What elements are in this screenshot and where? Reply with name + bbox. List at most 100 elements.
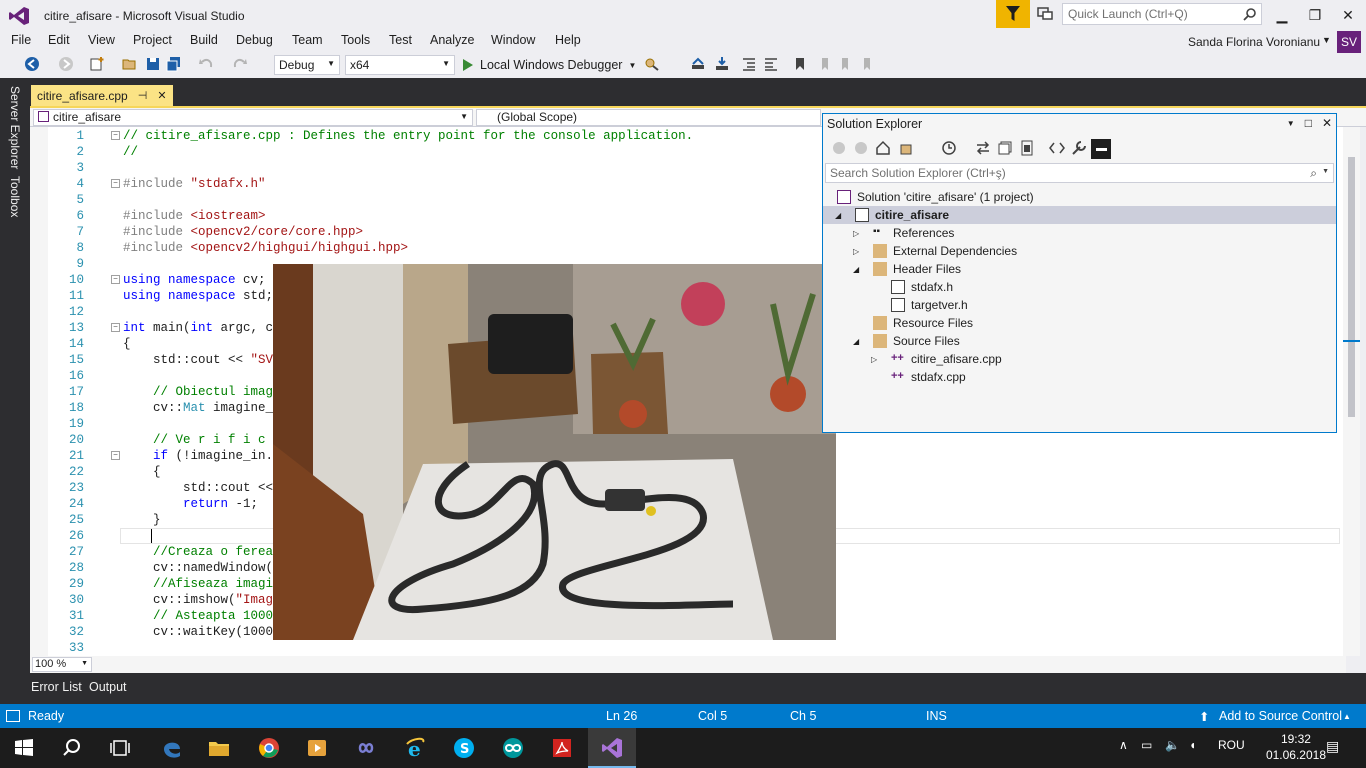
tree-item-source-files[interactable]: ◢ Source Files [823, 332, 1336, 350]
restore-button[interactable]: ❐ [1301, 4, 1329, 26]
pin-icon[interactable]: ⊣ [138, 89, 148, 102]
collapse-icon[interactable]: − [111, 451, 120, 460]
show-all-files-icon[interactable] [1019, 140, 1035, 156]
collapsed-arrow-icon[interactable]: ▷ [853, 247, 859, 256]
menu-project[interactable]: Project [133, 33, 172, 47]
menu-window[interactable]: Window [491, 33, 535, 47]
collapse-icon[interactable]: − [111, 131, 120, 140]
configuration-select[interactable]: Debug ▼ [274, 55, 340, 75]
network-icon[interactable]: ◖ [1189, 738, 1196, 752]
editor-vertical-scrollbar[interactable] [1343, 127, 1360, 656]
next-bookmark-icon[interactable] [838, 56, 854, 72]
save-icon[interactable] [145, 56, 161, 72]
expanded-arrow-icon[interactable]: ◢ [835, 211, 841, 220]
volume-icon[interactable]: 🔈 [1165, 738, 1180, 752]
collapse-icon[interactable]: − [111, 179, 120, 188]
step-over-icon[interactable] [690, 56, 706, 72]
menu-analyze[interactable]: Analyze [430, 33, 474, 47]
user-name[interactable]: Sanda Florina Voronianu [1188, 35, 1320, 49]
internet-explorer-icon[interactable]: e [404, 736, 428, 760]
solution-explorer-search-input[interactable]: Search Solution Explorer (Ctrl+ş) ⌕ ▼ [825, 163, 1334, 183]
preview-selected-items-button[interactable] [1091, 139, 1111, 159]
close-window-button[interactable]: ✕ [1334, 4, 1362, 26]
forward-icon[interactable] [853, 140, 869, 156]
windows-start-icon[interactable] [12, 736, 36, 760]
close-icon[interactable]: ✕ [157, 89, 166, 102]
feedback-icon[interactable] [1036, 5, 1054, 23]
menu-team[interactable]: Team [292, 33, 323, 47]
pending-changes-icon[interactable] [941, 140, 957, 156]
menu-help[interactable]: Help [555, 33, 581, 47]
save-all-icon[interactable] [166, 56, 182, 72]
skype-icon[interactable]: S [452, 736, 476, 760]
acrobat-icon[interactable] [550, 736, 574, 760]
show-hidden-icons-icon[interactable]: ∧ [1119, 738, 1128, 752]
tree-item-solution[interactable]: Solution 'citire_afisare' (1 project) [823, 188, 1336, 206]
battery-icon[interactable]: ▭ [1141, 738, 1152, 752]
menu-build[interactable]: Build [190, 33, 218, 47]
add-to-source-control-button[interactable]: Add to Source Control [1219, 709, 1342, 723]
file-explorer-icon[interactable] [207, 736, 231, 760]
maximize-icon[interactable]: □ [1305, 116, 1312, 130]
find-icon[interactable] [644, 56, 660, 72]
collapse-icon[interactable]: − [111, 323, 120, 332]
tree-item-header-files[interactable]: ◢ Header Files [823, 260, 1336, 278]
open-file-icon[interactable] [122, 56, 138, 72]
action-center-icon[interactable]: ▤ [1326, 738, 1339, 755]
properties-icon[interactable] [1071, 140, 1087, 156]
tree-item-references[interactable]: ▷ ▪▪ References [823, 224, 1336, 242]
expanded-arrow-icon[interactable]: ◢ [853, 337, 859, 346]
toolbox-tab[interactable]: Toolbox [8, 176, 22, 217]
home-icon[interactable] [875, 140, 891, 156]
quick-launch-input[interactable]: Quick Launch (Ctrl+Q) [1062, 3, 1262, 25]
bookmark-icon[interactable] [792, 56, 808, 72]
tree-item-targetver-h[interactable]: targetver.h [823, 296, 1336, 314]
collapse-icon[interactable]: − [111, 275, 120, 284]
expanded-arrow-icon[interactable]: ◢ [853, 265, 859, 274]
sync-icon[interactable] [975, 140, 991, 156]
solution-explorer-title-bar[interactable]: Solution Explorer ▼ □ ✕ [823, 114, 1336, 134]
undo-icon[interactable] [198, 56, 214, 72]
visual-studio-taskbar-button[interactable] [588, 728, 636, 768]
tab-output[interactable]: Output [89, 680, 127, 694]
menu-file[interactable]: File [11, 33, 31, 47]
search-icon[interactable] [60, 736, 84, 760]
clock[interactable]: 19:32 01.06.2018 [1266, 731, 1326, 763]
tab-error-list[interactable]: Error List [31, 680, 82, 694]
back-icon[interactable] [24, 56, 40, 72]
collapse-all-icon[interactable] [997, 140, 1013, 156]
tree-item-project[interactable]: ◢ citire_afisare [823, 206, 1336, 224]
chevron-down-icon[interactable]: ▼ [1322, 35, 1331, 45]
step-into-icon[interactable] [714, 56, 730, 72]
infinity-app-icon[interactable] [354, 736, 378, 760]
scope-select[interactable]: (Global Scope) [476, 109, 821, 126]
close-icon[interactable]: ✕ [1322, 116, 1332, 130]
collapsed-arrow-icon[interactable]: ▷ [853, 229, 859, 238]
chevron-up-icon[interactable]: ▲ [1343, 712, 1351, 721]
notifications-filter-button[interactable] [996, 0, 1030, 28]
redo-icon[interactable] [232, 56, 248, 72]
media-player-icon[interactable] [305, 736, 329, 760]
tree-item-external-dependencies[interactable]: ▷ External Dependencies [823, 242, 1336, 260]
tree-item-citire-afisare-cpp[interactable]: ▷ ++ citire_afisare.cpp [823, 350, 1336, 368]
forward-icon[interactable] [58, 56, 74, 72]
back-icon[interactable] [831, 140, 847, 156]
comment-out-icon[interactable] [741, 56, 757, 72]
menu-debug[interactable]: Debug [236, 33, 273, 47]
edge-icon[interactable] [160, 736, 184, 760]
displayed-image-window[interactable] [273, 264, 836, 640]
start-debugging-button[interactable]: Local Windows Debugger ▼ [462, 55, 636, 75]
menu-tools[interactable]: Tools [341, 33, 370, 47]
platform-select[interactable]: x64 ▼ [345, 55, 455, 75]
collapsed-arrow-icon[interactable]: ▷ [871, 355, 877, 364]
view-code-icon[interactable] [1049, 140, 1065, 156]
clear-bookmarks-icon[interactable] [860, 56, 876, 72]
new-project-icon[interactable] [89, 56, 105, 72]
tree-item-stdafx-cpp[interactable]: ++ stdafx.cpp [823, 368, 1336, 386]
uncomment-icon[interactable] [763, 56, 779, 72]
task-view-icon[interactable] [108, 736, 132, 760]
scrollbar-thumb[interactable] [1348, 157, 1355, 417]
menu-test[interactable]: Test [389, 33, 412, 47]
previous-bookmark-icon[interactable] [816, 56, 832, 72]
menu-edit[interactable]: Edit [48, 33, 70, 47]
